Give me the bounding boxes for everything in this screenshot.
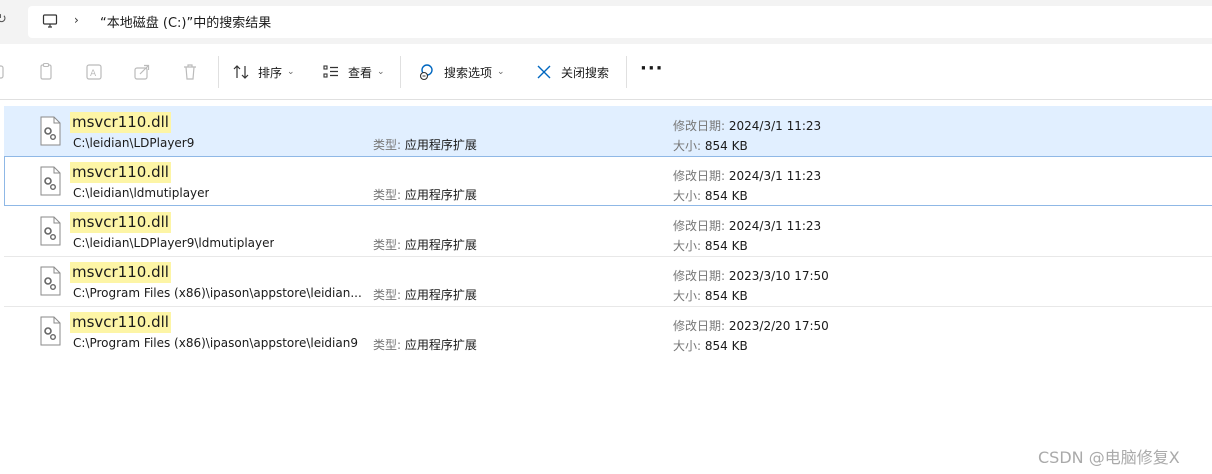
chevron-down-icon: ⌄ xyxy=(497,67,505,77)
dll-file-icon xyxy=(40,266,61,296)
dll-file-icon xyxy=(40,166,61,196)
file-name[interactable]: msvcr110.dll xyxy=(70,212,171,233)
address-bar: ↻ › “本地磁盘 (C:)”中的搜索结果 xyxy=(0,0,1212,44)
file-type: 类型: 应用程序扩展 xyxy=(373,288,477,302)
rename-icon[interactable]: A xyxy=(84,62,104,82)
file-name[interactable]: msvcr110.dll xyxy=(70,112,171,133)
breadcrumb-chevron-icon[interactable]: › xyxy=(74,13,79,27)
delete-icon[interactable] xyxy=(180,62,200,82)
file-size: 大小: 854 KB xyxy=(673,139,748,153)
file-type: 类型: 应用程序扩展 xyxy=(373,238,477,252)
file-path: C:\leidian\ldmutiplayer xyxy=(73,186,210,200)
copy-icon[interactable] xyxy=(36,62,56,82)
result-row[interactable]: msvcr110.dll C:\leidian\ldmutiplayer 类型:… xyxy=(4,156,1212,206)
file-type: 类型: 应用程序扩展 xyxy=(373,188,477,202)
refresh-icon[interactable]: ↻ xyxy=(0,12,7,27)
file-type: 类型: 应用程序扩展 xyxy=(373,338,477,352)
file-modified-date: 修改日期: 2024/3/1 11:23 xyxy=(673,119,822,133)
search-options-label: 搜索选项 xyxy=(444,65,493,80)
file-size: 大小: 854 KB xyxy=(673,339,748,353)
view-icon xyxy=(323,65,338,78)
close-icon xyxy=(537,65,551,79)
toolbar-separator xyxy=(626,56,627,88)
file-path: C:\Program Files (x86)\ipason\appstore\l… xyxy=(73,336,358,350)
more-options-button[interactable]: ··· xyxy=(640,58,664,79)
dll-file-icon xyxy=(40,216,61,246)
result-row[interactable]: msvcr110.dll C:\Program Files (x86)\ipas… xyxy=(4,256,1212,306)
computer-icon xyxy=(42,14,58,28)
view-button[interactable]: 查看 ⌄ xyxy=(322,60,385,84)
search-options-icon xyxy=(419,64,433,81)
file-size: 大小: 854 KB xyxy=(673,289,748,303)
chevron-down-icon: ⌄ xyxy=(377,67,385,77)
file-path: C:\leidian\LDPlayer9\ldmutiplayer xyxy=(73,236,275,250)
dll-file-icon xyxy=(40,316,61,346)
file-modified-date: 修改日期: 2024/3/1 11:23 xyxy=(673,169,822,183)
breadcrumb[interactable]: “本地磁盘 (C:)”中的搜索结果 xyxy=(100,12,271,31)
file-modified-date: 修改日期: 2023/3/10 17:50 xyxy=(673,269,829,283)
toolbar-separator xyxy=(400,56,401,88)
sort-button[interactable]: 排序 ⌄ xyxy=(232,60,295,84)
file-type: 类型: 应用程序扩展 xyxy=(373,138,477,152)
command-bar: A 排序 ⌄ 查看 ⌄ 搜索选项 ⌄ 关闭搜索 ··· xyxy=(0,44,1212,100)
dll-file-icon xyxy=(40,116,61,146)
close-search-button[interactable]: 关闭搜索 xyxy=(535,60,609,84)
file-path: C:\leidian\LDPlayer9 xyxy=(73,136,195,150)
file-name[interactable]: msvcr110.dll xyxy=(70,262,171,283)
address-field[interactable]: › “本地磁盘 (C:)”中的搜索结果 xyxy=(28,6,1212,38)
close-search-label: 关闭搜索 xyxy=(561,65,610,80)
file-modified-date: 修改日期: 2024/3/1 11:23 xyxy=(673,219,822,233)
file-size: 大小: 854 KB xyxy=(673,189,748,203)
cut-icon[interactable] xyxy=(0,62,8,82)
svg-text:A: A xyxy=(90,69,97,79)
watermark: CSDN @电脑修复X xyxy=(1038,448,1180,467)
file-modified-date: 修改日期: 2023/2/20 17:50 xyxy=(673,319,829,333)
search-options-button[interactable]: 搜索选项 ⌄ xyxy=(418,60,505,84)
sort-label: 排序 xyxy=(258,65,283,80)
toolbar-separator xyxy=(218,56,219,88)
result-row[interactable]: msvcr110.dll C:\leidian\LDPlayer9 类型: 应用… xyxy=(4,106,1212,156)
file-path: C:\Program Files (x86)\ipason\appstore\l… xyxy=(73,286,362,300)
file-name[interactable]: msvcr110.dll xyxy=(70,162,171,183)
result-row[interactable]: msvcr110.dll C:\Program Files (x86)\ipas… xyxy=(4,306,1212,356)
result-row[interactable]: msvcr110.dll C:\leidian\LDPlayer9\ldmuti… xyxy=(4,206,1212,256)
file-name[interactable]: msvcr110.dll xyxy=(70,312,171,333)
share-icon[interactable] xyxy=(132,62,152,82)
sort-icon xyxy=(233,65,249,79)
file-size: 大小: 854 KB xyxy=(673,239,748,253)
view-label: 查看 xyxy=(348,65,373,80)
chevron-down-icon: ⌄ xyxy=(287,67,295,77)
